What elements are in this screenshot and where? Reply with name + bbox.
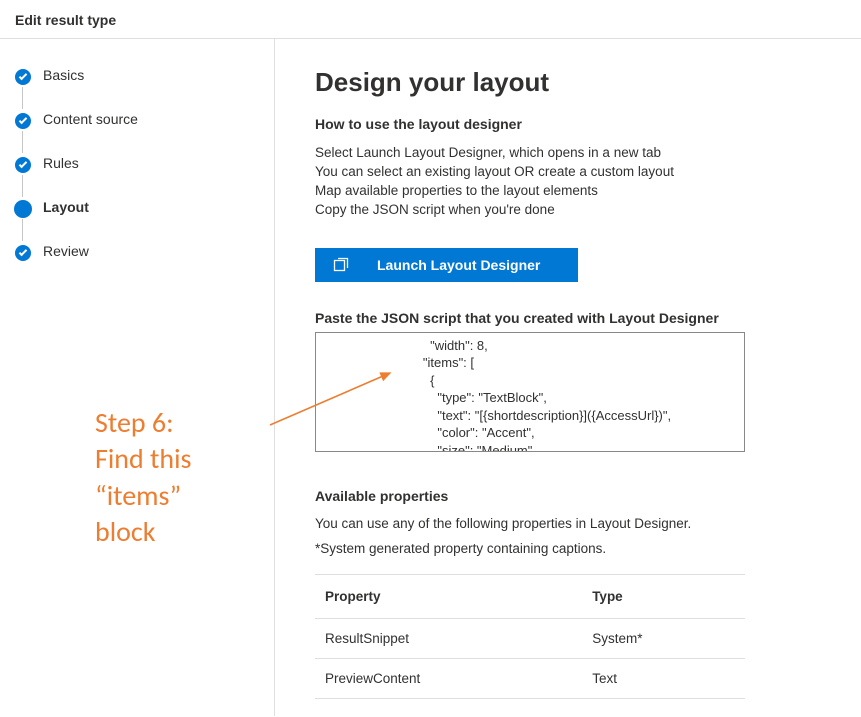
step-basics[interactable]: Basics bbox=[15, 67, 254, 111]
open-new-tab-icon bbox=[333, 257, 349, 273]
step-label: Basics bbox=[43, 67, 84, 83]
step-layout[interactable]: Layout bbox=[15, 199, 254, 243]
properties-table: Property Type ResultSnippet System* Prev… bbox=[315, 574, 745, 699]
available-properties-desc: You can use any of the following propert… bbox=[315, 516, 821, 531]
cell-property: ResultSnippet bbox=[315, 618, 582, 658]
step-rules[interactable]: Rules bbox=[15, 155, 254, 199]
step-label: Rules bbox=[43, 155, 79, 171]
step-label: Content source bbox=[43, 111, 138, 127]
col-type: Type bbox=[582, 574, 745, 618]
howto-line: Copy the JSON script when you're done bbox=[315, 201, 821, 220]
col-property: Property bbox=[315, 574, 582, 618]
launch-layout-designer-button[interactable]: Launch Layout Designer bbox=[315, 248, 578, 282]
json-content: "width": 8, "items": [ { "type": "TextBl… bbox=[324, 337, 736, 452]
button-label: Launch Layout Designer bbox=[377, 257, 540, 273]
cell-property: PreviewContent bbox=[315, 658, 582, 698]
check-icon bbox=[15, 245, 31, 261]
wizard-steps: Basics Content source Rules Layout Revie… bbox=[15, 67, 254, 259]
page-title: Design your layout bbox=[315, 67, 821, 98]
step-label: Review bbox=[43, 243, 89, 259]
howto-line: Select Launch Layout Designer, which ope… bbox=[315, 144, 821, 163]
json-script-textarea[interactable]: "width": 8, "items": [ { "type": "TextBl… bbox=[315, 332, 745, 452]
main-panel: Design your layout How to use the layout… bbox=[275, 39, 861, 716]
available-properties-note: *System generated property containing ca… bbox=[315, 541, 821, 556]
table-row: PreviewContent Text bbox=[315, 658, 745, 698]
howto-heading: How to use the layout designer bbox=[315, 116, 821, 132]
table-row: ResultSnippet System* bbox=[315, 618, 745, 658]
wizard-sidebar: Basics Content source Rules Layout Revie… bbox=[0, 39, 275, 716]
cell-type: Text bbox=[582, 658, 745, 698]
cell-type: System* bbox=[582, 618, 745, 658]
step-content-source[interactable]: Content source bbox=[15, 111, 254, 155]
page-header: Edit result type bbox=[0, 0, 861, 39]
check-icon bbox=[15, 113, 31, 129]
header-title: Edit result type bbox=[15, 12, 116, 28]
available-properties-heading: Available properties bbox=[315, 488, 821, 504]
step-review[interactable]: Review bbox=[15, 243, 254, 259]
check-icon bbox=[15, 69, 31, 85]
paste-label: Paste the JSON script that you created w… bbox=[315, 310, 821, 326]
howto-instructions: Select Launch Layout Designer, which ope… bbox=[315, 144, 821, 220]
check-icon bbox=[15, 157, 31, 173]
current-step-icon bbox=[14, 200, 32, 218]
howto-line: You can select an existing layout OR cre… bbox=[315, 163, 821, 182]
howto-line: Map available properties to the layout e… bbox=[315, 182, 821, 201]
step-label: Layout bbox=[43, 199, 89, 215]
